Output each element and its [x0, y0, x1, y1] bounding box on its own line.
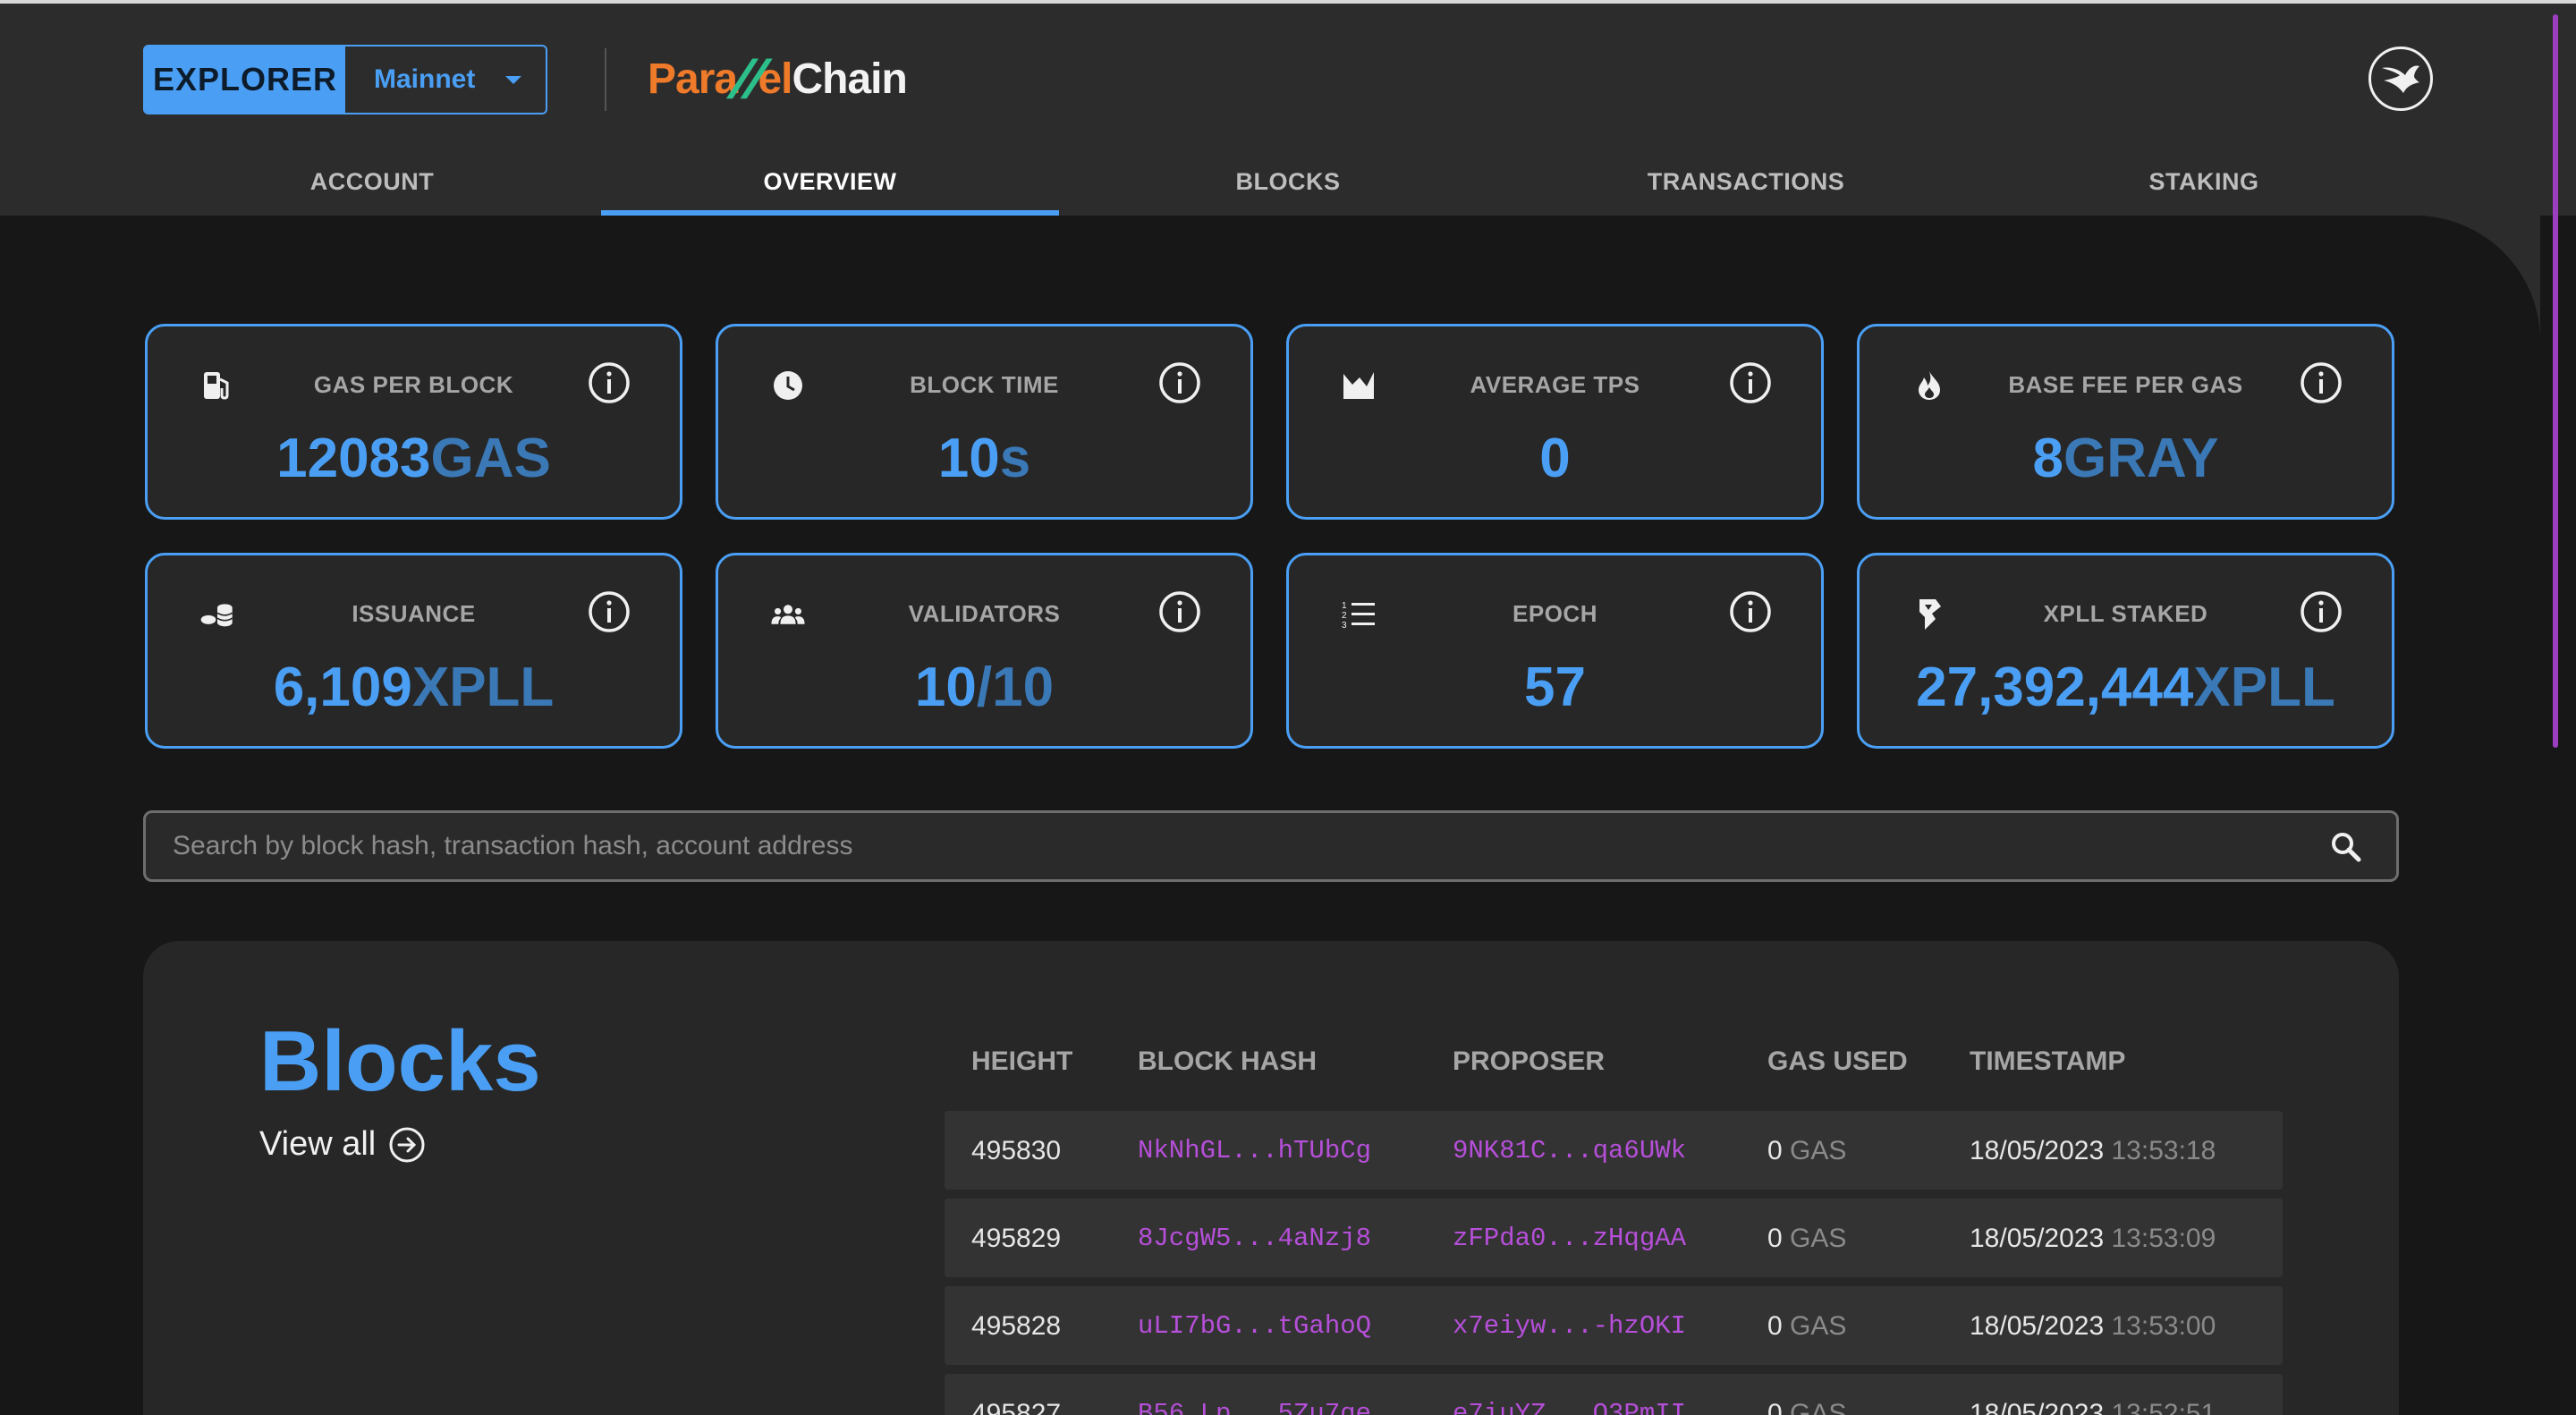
bird-icon: [2382, 65, 2419, 93]
header-corner: [2415, 216, 2540, 341]
stat-card-block-time: BLOCK TIME 10s: [716, 324, 1253, 520]
wallet-avatar-button[interactable]: [2368, 47, 2433, 111]
info-icon[interactable]: [1728, 589, 1773, 634]
stat-card-validators: VALIDATORS 10/10: [716, 553, 1253, 749]
proposer-link[interactable]: e7iuYZ...Q3PmII: [1453, 1399, 1686, 1415]
stat-card-epoch: 123 EPOCH 57: [1286, 553, 1824, 749]
info-icon[interactable]: [2299, 589, 2343, 634]
gas-used: 0 GAS: [1767, 1311, 1847, 1341]
block-hash-link[interactable]: uLI7bG...tGahoQ: [1138, 1311, 1371, 1341]
search-bar: [143, 810, 2399, 882]
network-switcher[interactable]: EXPLORER Mainnet: [143, 45, 547, 114]
gas-used: 0 GAS: [1767, 1224, 1847, 1253]
column-header: GAS USED: [1767, 1046, 1908, 1076]
table-row[interactable]: 495828 uLI7bG...tGahoQ x7eiyw...-hzOKI 0…: [945, 1286, 2283, 1365]
gas-used: 0 GAS: [1767, 1136, 1847, 1165]
info-icon[interactable]: [587, 589, 631, 634]
stat-card-xpll-staked: XPLL STAKED 27,392,444XPLL: [1857, 553, 2394, 749]
tab-account[interactable]: ACCOUNT: [143, 152, 601, 216]
stat-value: 10/10: [914, 657, 1055, 718]
blocks-heading: Blocks: [259, 1013, 541, 1109]
stat-value: 12083GAS: [276, 428, 551, 489]
proposer-link[interactable]: zFPda0...zHqgAA: [1453, 1224, 1686, 1253]
timestamp: 18/05/2023 13:53:18: [1970, 1136, 2216, 1165]
stat-value: 6,109XPLL: [273, 657, 555, 718]
stat-value: 0: [1539, 428, 1571, 489]
network-selected: Mainnet: [374, 64, 476, 94]
tab-staking[interactable]: STAKING: [1975, 152, 2433, 216]
proposer-link[interactable]: x7eiyw...-hzOKI: [1453, 1311, 1686, 1341]
column-header: BLOCK HASH: [1138, 1046, 1317, 1076]
view-all-label: View all: [259, 1125, 377, 1163]
stat-card-gas-per-block: GAS PER BLOCK 12083GAS: [145, 324, 682, 520]
network-dropdown[interactable]: Mainnet: [345, 47, 546, 113]
column-header: TIMESTAMP: [1970, 1046, 2126, 1076]
block-hash-link[interactable]: NkNhGL...hTUbCg: [1138, 1136, 1371, 1165]
tab-transactions[interactable]: TRANSACTIONS: [1517, 152, 1975, 216]
chevron-down-icon: [505, 75, 522, 84]
table-row[interactable]: 495829 8JcgW5...4aNzj8 zFPda0...zHqgAA 0…: [945, 1199, 2283, 1277]
stat-card-average-tps: AVERAGE TPS 0: [1286, 324, 1824, 520]
scrollbar[interactable]: [2553, 14, 2558, 748]
info-icon[interactable]: [1728, 360, 1773, 405]
gas-used: 0 GAS: [1767, 1399, 1847, 1415]
stat-value: 27,392,444XPLL: [1916, 657, 2335, 718]
tab-blocks[interactable]: BLOCKS: [1059, 152, 1517, 216]
arrow-right-circle-icon: [389, 1127, 425, 1162]
proposer-link[interactable]: 9NK81C...qa6UWk: [1453, 1136, 1686, 1165]
block-height: 495828: [971, 1311, 1062, 1341]
header-divider: [605, 48, 606, 111]
info-icon[interactable]: [2299, 360, 2343, 405]
timestamp: 18/05/2023 13:53:09: [1970, 1224, 2216, 1253]
search-input[interactable]: [173, 813, 2301, 879]
block-hash-link[interactable]: 8JcgW5...4aNzj8: [1138, 1224, 1371, 1253]
view-all-blocks-link[interactable]: View all: [259, 1125, 426, 1164]
table-row[interactable]: 495830 NkNhGL...hTUbCg 9NK81C...qa6UWk 0…: [945, 1111, 2283, 1190]
stat-value: 57: [1524, 657, 1586, 718]
block-height: 495827: [971, 1399, 1062, 1415]
blocks-panel: Blocks View all HEIGHT BLOCK HASH PROPOS…: [143, 941, 2399, 1415]
block-height: 495830: [971, 1136, 1062, 1165]
timestamp: 18/05/2023 13:53:00: [1970, 1311, 2216, 1341]
timestamp: 18/05/2023 13:52:51: [1970, 1399, 2216, 1415]
block-height: 495829: [971, 1224, 1062, 1253]
explorer-label: EXPLORER: [145, 47, 345, 113]
parallelchain-logo[interactable]: Para//el Chain: [648, 43, 908, 114]
info-icon[interactable]: [1157, 360, 1202, 405]
info-icon[interactable]: [1157, 589, 1202, 634]
tab-overview[interactable]: OVERVIEW: [601, 152, 1059, 216]
column-header: HEIGHT: [971, 1046, 1073, 1076]
column-header: PROPOSER: [1453, 1046, 1606, 1076]
search-icon[interactable]: [2328, 829, 2364, 865]
table-row[interactable]: 495827 B56_Lp...5Zu7qe e7iuYZ...Q3PmII 0…: [945, 1374, 2283, 1415]
stat-value: 8GRAY: [2032, 428, 2219, 489]
stat-value: 10s: [937, 428, 1031, 489]
main-tabs: ACCOUNT OVERVIEW BLOCKS TRANSACTIONS STA…: [143, 152, 2433, 216]
block-hash-link[interactable]: B56_Lp...5Zu7qe: [1138, 1399, 1371, 1415]
stat-card-base-fee: BASE FEE PER GAS 8GRAY: [1857, 324, 2394, 520]
info-icon[interactable]: [587, 360, 631, 405]
stat-card-issuance: ISSUANCE 6,109XPLL: [145, 553, 682, 749]
